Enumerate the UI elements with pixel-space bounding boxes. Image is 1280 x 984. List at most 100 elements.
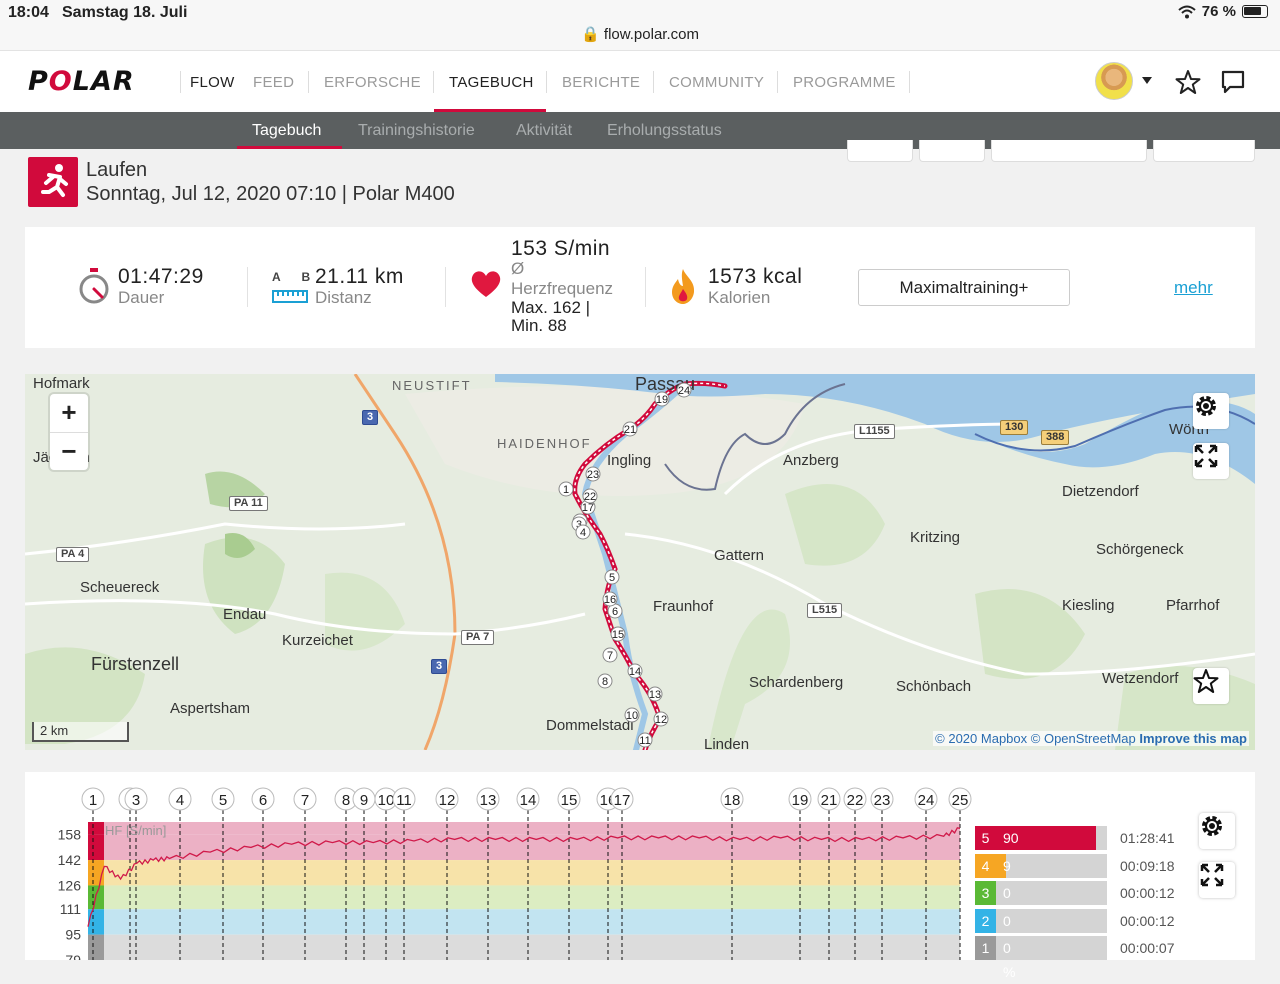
lap-marker[interactable]: 14	[516, 787, 540, 811]
lap-marker[interactable]: 6	[251, 787, 275, 811]
status-indicators: 76 %	[1178, 3, 1268, 20]
svg-text:5: 5	[609, 572, 615, 584]
chart-settings-button[interactable]	[1199, 813, 1235, 849]
zone-number: 1	[975, 936, 996, 960]
route-map[interactable]: Hofmark NEUSTIFT Passau HAIDENHOF Inglin…	[25, 374, 1255, 750]
nav-community[interactable]: COMMUNITY	[669, 74, 764, 91]
edit-button[interactable]	[919, 140, 985, 162]
subnav-trainingshistorie[interactable]: Trainingshistorie	[358, 122, 475, 140]
svg-text:21: 21	[821, 792, 838, 809]
distance-label: Distanz	[315, 288, 372, 307]
address-bar[interactable]: 🔒 flow.polar.com	[0, 25, 1280, 43]
zoom-control: + −	[50, 394, 88, 470]
session-date: Sonntag, Jul 12, 2020 07:10 | Polar M400	[86, 183, 455, 205]
nav-erforsche[interactable]: ERFORSCHE	[324, 74, 421, 91]
lap-marker[interactable]: 25	[948, 787, 972, 811]
hr-max: Max. 162 |	[511, 298, 591, 317]
heart-rate-chart[interactable]: 1581421261119579123456789101112131415161…	[25, 772, 1255, 980]
nav-berichte[interactable]: BERICHTE	[562, 74, 640, 91]
svg-text:11: 11	[639, 735, 650, 747]
zone-strip	[88, 909, 104, 935]
share-button[interactable]	[847, 140, 913, 162]
lap-marker[interactable]: 11	[392, 787, 416, 811]
svg-text:14: 14	[629, 666, 641, 678]
svg-text:5: 5	[219, 792, 227, 809]
svg-text:12: 12	[655, 714, 667, 726]
y-tick-label: 158	[58, 827, 82, 843]
lap-marker[interactable]: 23	[870, 787, 894, 811]
svg-text:6: 6	[259, 792, 267, 809]
privacy-button[interactable]	[1153, 140, 1255, 162]
nav-flow[interactable]: FLOW	[190, 74, 235, 91]
polar-logo[interactable]: POLAR	[28, 66, 135, 97]
star-icon	[1193, 669, 1219, 693]
lap-marker[interactable]: 19	[788, 787, 812, 811]
nav-tagebuch[interactable]: TAGEBUCH	[449, 74, 534, 91]
svg-text:19: 19	[656, 394, 668, 406]
mapbox-link[interactable]: © 2020 Mapbox	[935, 731, 1027, 746]
lap-marker[interactable]: 17	[610, 787, 634, 811]
svg-text:17: 17	[582, 502, 594, 514]
lap-marker[interactable]: 22	[843, 787, 867, 811]
y-tick-label: 95	[65, 927, 81, 943]
lap-marker[interactable]: 3	[124, 787, 148, 811]
lap-marker[interactable]: 18	[720, 787, 744, 811]
hr-series-label: HF [S/min]	[105, 823, 167, 838]
zone-time: 00:00:12	[1120, 913, 1175, 929]
nav-feed[interactable]: FEED	[253, 74, 294, 91]
lap-marker[interactable]: 5	[211, 787, 235, 811]
km-marker: 1	[558, 481, 574, 497]
lap-marker[interactable]: 7	[293, 787, 317, 811]
lap-marker[interactable]: 13	[476, 787, 500, 811]
favorite-map-button[interactable]	[1193, 668, 1229, 704]
repeat-button[interactable]	[991, 140, 1147, 162]
svg-text:8: 8	[342, 792, 350, 809]
zoom-in-button[interactable]: +	[50, 394, 88, 432]
ruler-icon	[272, 290, 308, 303]
subnav-tagebuch[interactable]: Tagebuch	[252, 122, 321, 140]
svg-text:1: 1	[89, 792, 97, 809]
user-avatar[interactable]	[1095, 62, 1133, 100]
lap-marker[interactable]: 15	[557, 787, 581, 811]
lap-marker[interactable]: 9	[352, 787, 376, 811]
km-markers: 1234567810111213141516172223211924	[558, 382, 692, 748]
svg-text:17: 17	[614, 792, 631, 809]
lap-marker[interactable]: 1	[81, 787, 105, 811]
lap-marker[interactable]: 4	[168, 787, 192, 811]
training-benefit-button[interactable]: Maximaltraining+	[858, 269, 1070, 306]
svg-text:16: 16	[604, 594, 616, 606]
subnav-erholungsstatus[interactable]: Erholungsstatus	[607, 122, 722, 140]
improve-map-link[interactable]: Improve this map	[1139, 731, 1247, 746]
star-icon[interactable]	[1175, 69, 1201, 95]
svg-text:4: 4	[580, 527, 586, 539]
lap-marker[interactable]: 12	[435, 787, 459, 811]
nav-separator	[653, 71, 654, 93]
subnav-aktivitaet[interactable]: Aktivität	[516, 122, 572, 140]
fullscreen-button[interactable]	[1193, 443, 1229, 479]
nav-separator	[180, 71, 181, 93]
svg-text:7: 7	[301, 792, 309, 809]
gear-icon	[1202, 816, 1222, 836]
svg-text:7: 7	[607, 650, 613, 662]
map-attribution: © 2020 Mapbox © OpenStreetMap Improve th…	[933, 731, 1249, 746]
hr-average-value: 153 S/min	[511, 237, 611, 260]
zoom-out-button[interactable]: −	[50, 432, 88, 470]
more-link[interactable]: mehr	[1174, 278, 1213, 298]
chevron-down-icon[interactable]	[1142, 77, 1152, 84]
svg-text:14: 14	[520, 792, 537, 809]
map-settings-button[interactable]	[1193, 393, 1229, 429]
lap-marker[interactable]: 21	[817, 787, 841, 811]
zone-number: 3	[975, 881, 996, 905]
nav-separator	[909, 71, 910, 93]
message-icon[interactable]	[1220, 69, 1246, 95]
y-tick-label: 79	[65, 952, 81, 960]
y-tick-label: 142	[58, 852, 82, 868]
zone-strip	[88, 822, 104, 835]
chart-fullscreen-button[interactable]	[1199, 862, 1235, 898]
osm-link[interactable]: © OpenStreetMap	[1031, 731, 1136, 746]
lap-marker[interactable]: 24	[914, 787, 938, 811]
heart-icon	[471, 271, 501, 297]
nav-programme[interactable]: PROGRAMME	[793, 74, 896, 91]
svg-text:10: 10	[626, 710, 638, 722]
map-scale: 2 km	[32, 722, 129, 742]
